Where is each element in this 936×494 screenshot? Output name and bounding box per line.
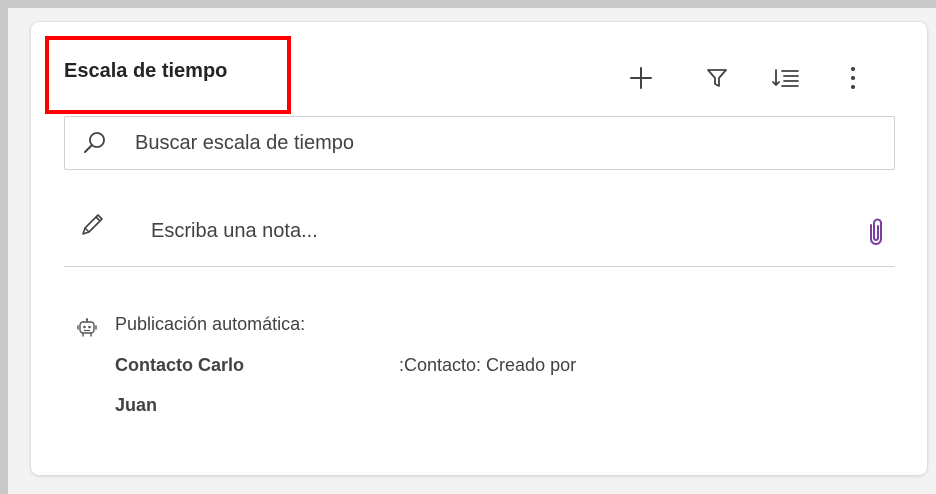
- divider: [64, 266, 895, 267]
- sort-button[interactable]: [766, 58, 806, 98]
- timeline-toolbar: [621, 58, 881, 98]
- timeline-search-input[interactable]: Buscar escala de tiempo: [64, 116, 895, 170]
- more-vertical-icon: [851, 67, 855, 89]
- filter-button[interactable]: [697, 58, 737, 98]
- pencil-icon: [82, 214, 103, 235]
- post-record-name[interactable]: Contacto Carlo: [115, 355, 244, 376]
- robot-icon: [77, 318, 97, 337]
- plus-icon: [630, 67, 652, 89]
- sort-icon: [772, 69, 799, 87]
- more-options-button[interactable]: [833, 58, 873, 98]
- post-type-label: Publicación automática:: [115, 314, 306, 334]
- note-placeholder: Escriba una nota...: [151, 220, 318, 242]
- filter-icon: [707, 69, 727, 87]
- note-input[interactable]: Escriba una nota...: [64, 202, 895, 266]
- search-icon: [84, 132, 105, 153]
- highlight-annotation: [45, 36, 291, 114]
- paperclip-icon[interactable]: [864, 217, 888, 247]
- post-description: :Contacto: Creado por: [399, 355, 577, 375]
- post-record-name-continued[interactable]: Juan: [115, 395, 157, 416]
- search-placeholder: Buscar escala de tiempo: [135, 132, 355, 154]
- add-button[interactable]: [621, 58, 661, 98]
- timeline-post[interactable]: Publicación automática: Contacto Carlo J…: [77, 314, 897, 454]
